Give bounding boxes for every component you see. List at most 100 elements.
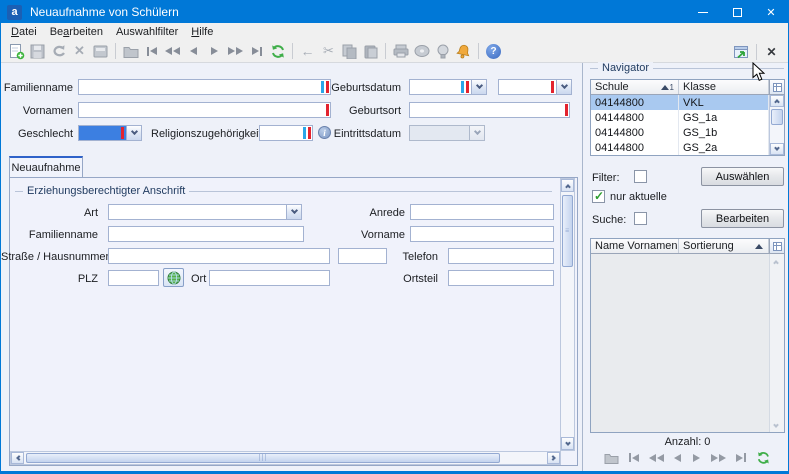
geschlecht-field [78,125,142,141]
ort-input[interactable] [210,271,329,285]
detach-panel-button[interactable] [732,42,751,61]
next-record-icon [693,454,700,462]
scroll-up-button[interactable] [561,179,574,192]
toolbar-right-group: ✕ [731,42,782,61]
result-table-scrollbar[interactable] [769,254,784,432]
tab-neuaufnahme[interactable]: Neuaufnahme [9,156,83,177]
save-icon [30,44,45,59]
next-record-button[interactable] [205,42,224,61]
table-row[interactable]: 04144800 GS_1b [591,125,769,140]
menu-hilfe[interactable]: Hilfe [191,26,213,38]
hausnummer-input[interactable] [339,249,386,263]
column-header-schule[interactable]: Schule 1 [591,80,679,94]
commit-button[interactable] [91,42,110,61]
horizontal-scrollbar[interactable]: ||| [10,451,561,465]
close-panel-button[interactable]: ✕ [762,42,781,61]
new-record-button[interactable] [7,42,26,61]
delete-button[interactable]: ✕ [70,42,89,61]
vertical-scroll-thumb[interactable]: ≡ [562,195,573,267]
scroll-up-button[interactable] [770,95,784,107]
ortsteil-input[interactable] [449,271,553,285]
filter-checkbox[interactable] [634,170,647,183]
vertical-scroll-thumb[interactable] [771,109,783,125]
undo-button[interactable] [49,42,68,61]
anrede-field [410,204,554,220]
telefon-field [448,248,554,264]
scroll-left-button[interactable] [11,452,24,464]
geburtsdatum-zusatz-dropdown-button[interactable] [556,80,571,94]
menu-auswahlfilter[interactable]: Auswahlfilter [116,26,178,38]
table-row[interactable]: 04144800 GS_1a [591,110,769,125]
help-button[interactable]: ? [484,42,503,61]
nav-next-page-button[interactable] [709,448,727,467]
suche-checkbox[interactable] [634,212,647,225]
nav-prior-button[interactable] [671,448,684,467]
refresh-icon [270,44,286,59]
last-record-icon [736,453,746,462]
nur-aktuelle-checkbox[interactable] [592,190,605,203]
class-table-scrollbar[interactable] [769,95,784,155]
field-chooser-button[interactable] [769,239,784,253]
guardian-familienname-input[interactable] [109,227,303,241]
close-button[interactable]: ✕ [754,1,788,23]
plz-lookup-button[interactable] [163,268,184,287]
scroll-down-button[interactable] [561,437,574,450]
auswaehlen-button[interactable]: Auswählen [701,167,784,186]
geburtsort-input[interactable] [410,103,569,117]
geburtsort-label: Geburtsort [329,105,401,118]
plz-input[interactable] [109,271,158,285]
vertical-scrollbar[interactable]: ≡ [560,178,575,451]
navigate-back-button[interactable]: ← [298,42,317,61]
chevron-up-icon [774,99,780,105]
nav-first-button[interactable] [626,448,641,467]
notifications-button[interactable] [454,42,473,61]
strasse-input[interactable] [109,249,329,263]
maximize-button[interactable] [720,1,754,23]
familienname-input[interactable] [79,80,330,94]
nav-refresh-button[interactable] [754,448,773,467]
cut-button[interactable]: ✂ [319,42,338,61]
bearbeiten-button[interactable]: Bearbeiten [701,209,784,228]
art-dropdown-button[interactable] [286,205,301,219]
print-button[interactable] [391,42,410,61]
copy-button[interactable] [340,42,359,61]
minimize-button[interactable] [686,1,720,23]
next-page-button[interactable] [226,42,245,61]
horizontal-scroll-thumb[interactable]: ||| [26,453,500,463]
first-record-button[interactable] [142,42,161,61]
info-bar [321,81,324,93]
prior-record-button[interactable] [184,42,203,61]
copy-icon [342,44,357,59]
prior-page-button[interactable] [163,42,182,61]
art-input[interactable] [109,205,301,219]
save-button[interactable] [28,42,47,61]
refresh-button[interactable] [268,42,287,61]
tab-content-pane [9,177,578,466]
column-header-sortierung[interactable]: Sortierung [679,239,769,253]
nav-folder-button[interactable] [602,448,620,467]
menu-bearbeiten[interactable]: Bearbeiten [50,26,103,38]
telefon-input[interactable] [449,249,553,263]
export-cd-button[interactable] [412,42,431,61]
anrede-input[interactable] [411,205,553,219]
geburtsdatum-dropdown-button[interactable] [471,80,486,94]
nav-next-button[interactable] [690,448,703,467]
nav-prior-page-button[interactable] [647,448,665,467]
paste-button[interactable] [361,42,380,61]
nav-last-button[interactable] [733,448,748,467]
chevron-down-icon [290,207,297,214]
scroll-right-button[interactable] [547,452,560,464]
vorname-input[interactable] [411,227,553,241]
hint-button[interactable] [433,42,452,61]
open-folder-button[interactable] [121,42,140,61]
last-record-button[interactable] [247,42,266,61]
vornamen-input[interactable] [79,103,330,117]
menu-datei[interactable]: Datei [11,26,37,38]
scroll-down-button[interactable] [770,143,784,155]
table-row[interactable]: 04144800 VKL [591,95,769,110]
geschlecht-dropdown-button[interactable] [126,126,141,140]
new-record-icon [9,43,25,60]
field-chooser-button[interactable] [769,80,784,94]
column-header-name-vornamen[interactable]: Name Vornamen [591,239,679,253]
table-row[interactable]: 04144800 GS_2a [591,140,769,155]
